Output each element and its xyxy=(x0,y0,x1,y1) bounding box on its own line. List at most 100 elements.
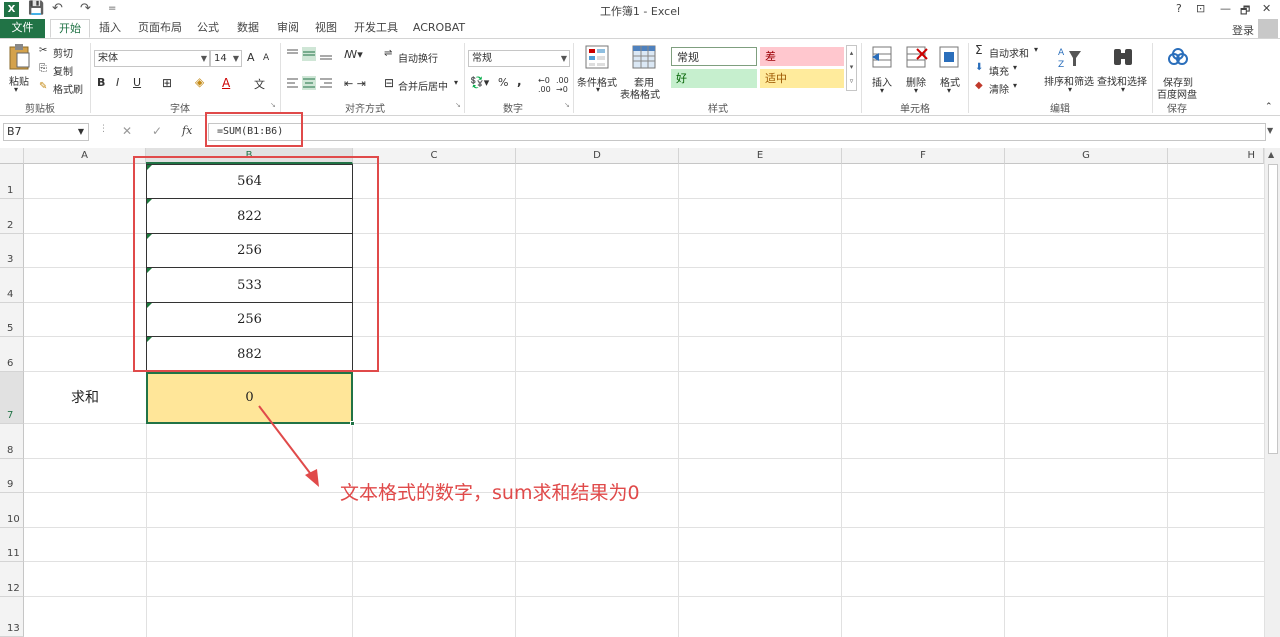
eraser-icon[interactable]: ◆ xyxy=(975,80,983,91)
horizontal-align-icons[interactable] xyxy=(286,76,334,90)
formula-input[interactable]: =SUM(B1:B6) xyxy=(208,123,1266,141)
scroll-up-icon[interactable]: ▲ xyxy=(1268,150,1274,159)
help-icon[interactable]: ? xyxy=(1176,2,1182,15)
login-link[interactable]: 登录 xyxy=(1232,22,1254,38)
font-color-icon[interactable]: A xyxy=(222,76,230,90)
row-header-13[interactable]: 13 xyxy=(0,597,24,637)
row-header-6[interactable]: 6 xyxy=(0,337,24,372)
chevron-down-icon[interactable]: ▾ xyxy=(454,78,458,87)
column-header-e[interactable]: E xyxy=(679,148,842,164)
select-all-corner[interactable] xyxy=(0,148,24,164)
font-size-select[interactable]: 14 ▼ xyxy=(210,50,242,67)
enter-formula-icon[interactable]: ✓ xyxy=(152,124,162,138)
delete-cells-icon[interactable] xyxy=(905,45,929,69)
vertical-scrollbar[interactable]: ▲ xyxy=(1264,148,1280,637)
italic-button[interactable]: I xyxy=(116,76,119,89)
chevron-down-icon[interactable]: ▼ xyxy=(78,124,84,140)
orientation-icon[interactable]: ꟿ▾ xyxy=(344,48,363,61)
tab-home[interactable]: 开始 xyxy=(50,19,90,38)
column-header-f[interactable]: F xyxy=(842,148,1005,164)
avatar[interactable] xyxy=(1258,19,1278,39)
increase-decimal-icon[interactable]: ←0.00 xyxy=(538,76,551,94)
row-header-8[interactable]: 8 xyxy=(0,424,24,459)
cloud-icon[interactable] xyxy=(1167,47,1189,67)
format-painter-button[interactable]: 格式刷 xyxy=(53,81,83,96)
chevron-down-icon[interactable]: ▾ xyxy=(1068,85,1072,94)
autosum-button[interactable]: 自动求和 xyxy=(989,45,1029,60)
border-icon[interactable]: ⊞ xyxy=(162,76,172,90)
fill-handle[interactable] xyxy=(350,421,355,426)
fill-color-icon[interactable]: ◈ xyxy=(195,75,204,89)
tab-formulas[interactable]: 公式 xyxy=(192,19,224,38)
chevron-down-icon[interactable]: ▾ xyxy=(880,86,884,95)
column-header-g[interactable]: G xyxy=(1005,148,1168,164)
style-bad[interactable]: 差 xyxy=(760,47,844,66)
cut-icon[interactable]: ✂ xyxy=(39,45,47,56)
percent-button[interactable]: % xyxy=(498,76,508,89)
style-normal[interactable]: 常规 xyxy=(671,47,757,66)
conditional-formatting-icon[interactable] xyxy=(585,45,611,71)
font-name-select[interactable]: 宋体 ▼ xyxy=(94,50,210,67)
expand-formula-bar-icon[interactable]: ▼ xyxy=(1267,126,1273,135)
style-good[interactable]: 好 xyxy=(671,69,757,88)
wrap-text-icon[interactable]: ⇌ xyxy=(384,48,392,59)
tab-page-layout[interactable]: 页面布局 xyxy=(134,19,186,38)
row-header-4[interactable]: 4 xyxy=(0,268,24,303)
row-header-11[interactable]: 11 xyxy=(0,528,24,562)
name-box[interactable]: B7 ▼ xyxy=(3,123,89,141)
fill-icon[interactable]: ⬇ xyxy=(975,62,983,73)
sigma-icon[interactable]: Σ xyxy=(975,43,983,57)
shrink-font-button[interactable]: A xyxy=(263,53,269,63)
copy-button[interactable]: 复制 xyxy=(53,63,73,78)
style-neutral[interactable]: 适中 xyxy=(760,69,844,88)
drag-handle-icon[interactable]: ⋮ xyxy=(99,124,108,134)
row-header-10[interactable]: 10 xyxy=(0,493,24,528)
chevron-down-icon[interactable]: ▾ xyxy=(1034,45,1038,54)
binoculars-icon[interactable] xyxy=(1111,45,1137,71)
save-to-cloud-line2[interactable]: 百度网盘 xyxy=(1157,86,1197,101)
dialog-launcher-icon[interactable]: ↘ xyxy=(455,101,461,109)
format-cells-icon[interactable] xyxy=(938,45,962,69)
chevron-down-icon[interactable]: ▾ xyxy=(1013,63,1017,72)
dialog-launcher-icon[interactable]: ↘ xyxy=(564,101,570,109)
underline-button[interactable]: U xyxy=(133,76,141,89)
wrap-text-button[interactable]: 自动换行 xyxy=(398,50,438,65)
chevron-down-icon[interactable]: ▾ xyxy=(1121,85,1125,94)
styles-gallery-scroll[interactable]: ▴ ▾ ▿ xyxy=(846,45,857,91)
row-header-1[interactable]: 1 xyxy=(0,164,24,199)
fill-button[interactable]: 填充 xyxy=(989,63,1009,78)
merge-center-button[interactable]: 合并后居中 xyxy=(398,78,448,93)
cut-button[interactable]: 剪切 xyxy=(53,45,73,60)
close-button[interactable]: ✕ xyxy=(1262,2,1271,15)
number-format-select[interactable]: 常规 ▼ xyxy=(468,50,570,67)
ribbon-display-icon[interactable]: ⊡ xyxy=(1196,2,1205,15)
chevron-down-icon[interactable]: ▾ xyxy=(947,86,951,95)
row-header-12[interactable]: 12 xyxy=(0,562,24,597)
chevron-down-icon[interactable]: ▾ xyxy=(914,86,918,95)
decrease-decimal-icon[interactable]: .00 →0 xyxy=(556,76,569,94)
merge-icon[interactable]: ⊟ xyxy=(384,76,394,90)
tab-view[interactable]: 视图 xyxy=(310,19,342,38)
phonetic-icon[interactable]: 文 xyxy=(254,76,265,92)
minimize-button[interactable]: — xyxy=(1220,2,1231,15)
tab-insert[interactable]: 插入 xyxy=(94,19,126,38)
cell-a7[interactable]: 求和 xyxy=(24,372,146,424)
bold-button[interactable]: B xyxy=(97,76,105,89)
tab-acrobat[interactable]: ACROBAT xyxy=(408,19,470,38)
sort-filter-icon[interactable]: A Z xyxy=(1057,45,1083,71)
column-header-a[interactable]: A xyxy=(24,148,146,164)
clear-button[interactable]: 清除 xyxy=(989,81,1009,96)
column-header-d[interactable]: D xyxy=(516,148,679,164)
paste-button[interactable]: 粘贴 xyxy=(9,73,29,88)
copy-icon[interactable]: ⎘ xyxy=(39,63,47,74)
cancel-formula-icon[interactable]: ✕ xyxy=(122,124,132,138)
format-painter-icon[interactable]: ✎ xyxy=(39,81,47,92)
vertical-align-icons[interactable] xyxy=(286,47,334,61)
column-header-h[interactable]: H xyxy=(1168,148,1264,164)
grow-font-button[interactable]: A xyxy=(247,51,255,64)
chevron-down-icon[interactable]: ▾ xyxy=(596,85,600,94)
tab-data[interactable]: 数据 xyxy=(232,19,264,38)
indent-icons[interactable]: ⇤ ⇥ xyxy=(344,77,366,90)
currency-icon[interactable]: 💱▾ xyxy=(470,76,489,89)
row-header-9[interactable]: 9 xyxy=(0,459,24,493)
